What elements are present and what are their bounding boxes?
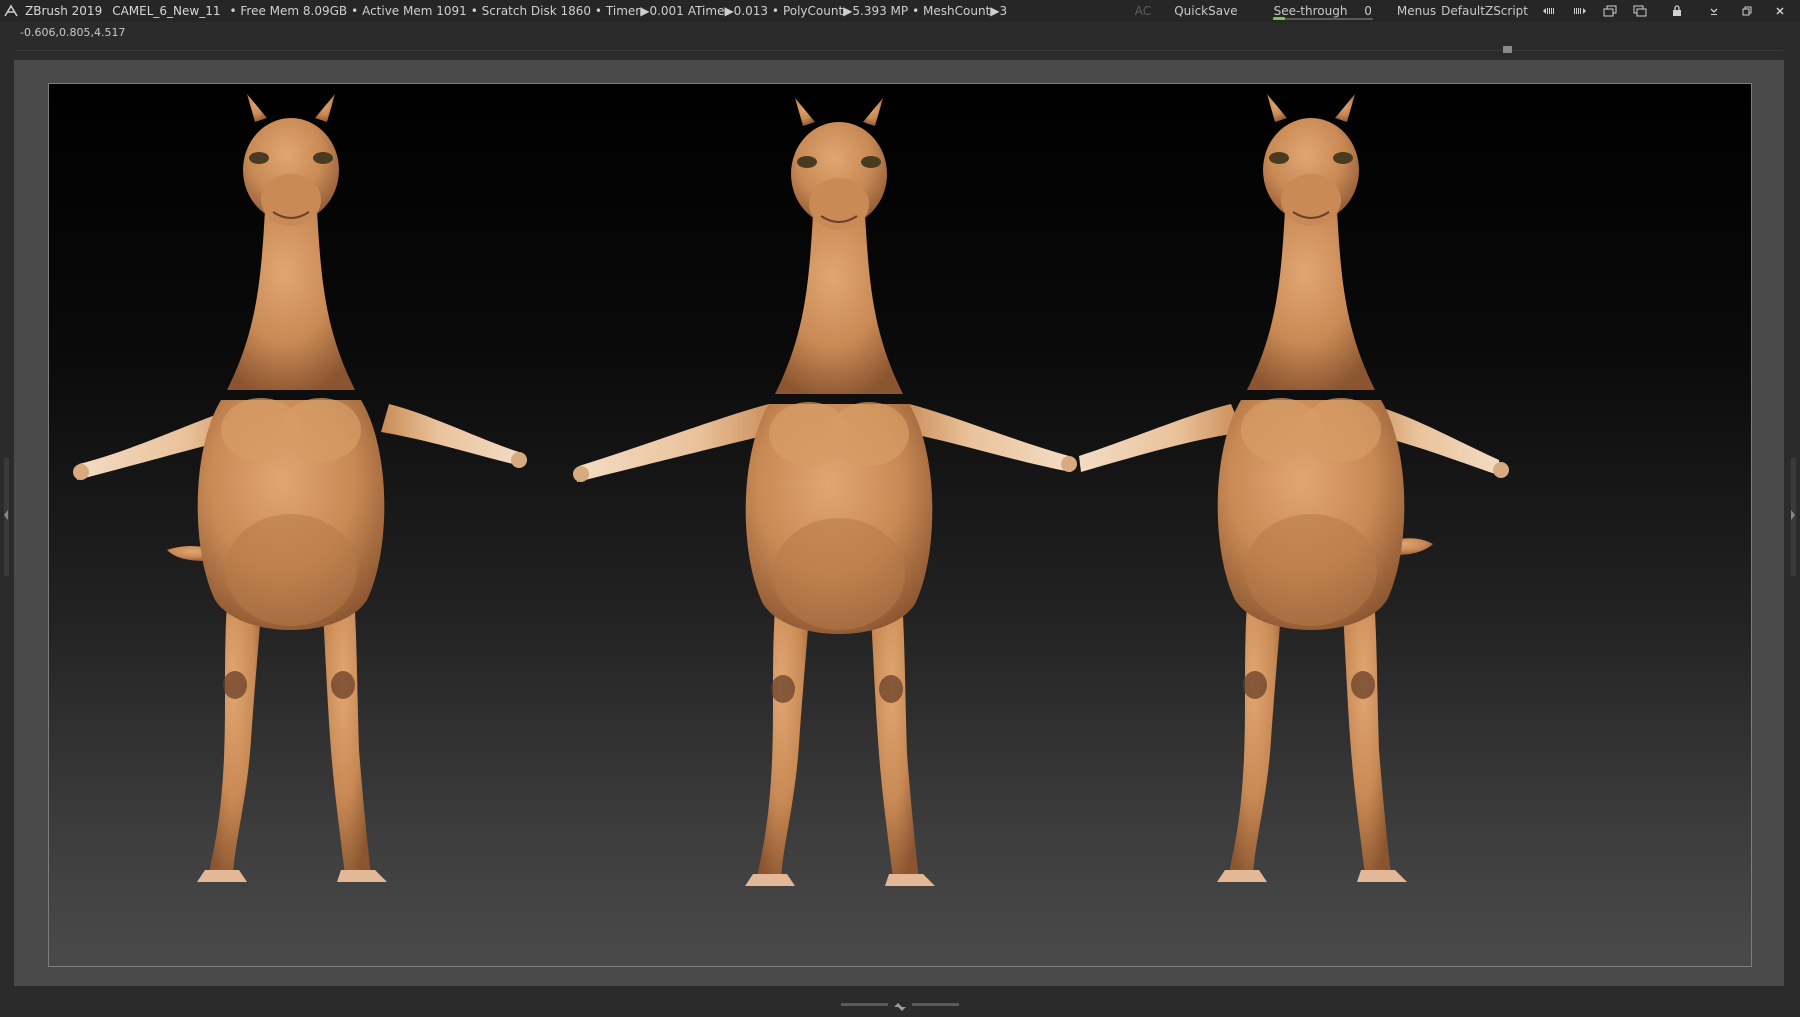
see-through-label: See-through [1273, 4, 1348, 18]
camel-model-right[interactable] [1079, 93, 1509, 883]
lock-icon[interactable] [1669, 4, 1685, 18]
left-tray-tab[interactable] [4, 458, 9, 576]
free-mem: • Free Mem 8.09GB [229, 4, 348, 18]
timer: Timer▶0.001 [605, 4, 684, 18]
see-through-value: 0 [1364, 4, 1372, 18]
title-bar-controls: AC QuickSave See-through 0 Menus Default… [1128, 0, 1800, 22]
document-canvas[interactable] [48, 83, 1752, 967]
canvas-frame [14, 60, 1784, 986]
interface-icon[interactable] [1572, 4, 1588, 18]
see-through-slider[interactable]: See-through 0 [1263, 0, 1383, 22]
bottom-tray-handle-left[interactable] [841, 1003, 888, 1006]
polycount: PolyCount▶5.393 MP [782, 4, 909, 18]
app-name: ZBrush 2019 [25, 4, 103, 18]
viewport-render [73, 93, 1509, 887]
bottom-tray-toggle-icon[interactable] [890, 998, 910, 1011]
atime: ATime▶0.013 • [687, 4, 779, 18]
ac-button[interactable]: AC [1135, 0, 1151, 22]
copy-icon[interactable] [1602, 4, 1618, 18]
restore-icon[interactable] [1739, 4, 1755, 18]
close-icon[interactable] [1772, 4, 1788, 18]
active-mem: • Active Mem 1091 [351, 4, 467, 18]
quicksave-button[interactable]: QuickSave [1174, 0, 1237, 22]
paste-icon[interactable] [1632, 4, 1648, 18]
right-tray-arrow-icon [1791, 510, 1795, 520]
see-through-fill [1272, 17, 1285, 20]
menus-button[interactable]: Menus [1397, 0, 1436, 22]
divider [15, 50, 1783, 51]
minimize-icon[interactable] [1706, 4, 1722, 18]
right-tray-tab[interactable] [1791, 458, 1796, 576]
title-bar: ZBrush 2019 CAMEL_6_New_11 • Free Mem 8.… [0, 0, 1800, 22]
default-zscript-button[interactable]: DefaultZScript [1441, 0, 1528, 22]
document-name: CAMEL_6_New_11 [112, 4, 221, 18]
camel-model-left[interactable] [73, 93, 527, 883]
dock-handle[interactable] [1503, 46, 1512, 53]
scratch-disk: • Scratch Disk 1860 • [470, 4, 602, 18]
camel-model-front[interactable] [573, 97, 1077, 887]
coordinate-bar: -0.606,0.805,4.517 [0, 22, 1800, 42]
bottom-tray-handle-right[interactable] [912, 1003, 959, 1006]
left-tray-arrow-icon [4, 510, 8, 520]
cursor-coordinates: -0.606,0.805,4.517 [20, 26, 126, 39]
layout-icon[interactable] [1542, 4, 1558, 18]
see-through-track [1272, 18, 1373, 20]
meshcount: • MeshCount▶3 [912, 4, 1008, 18]
zbrush-logo-icon[interactable] [2, 0, 20, 22]
